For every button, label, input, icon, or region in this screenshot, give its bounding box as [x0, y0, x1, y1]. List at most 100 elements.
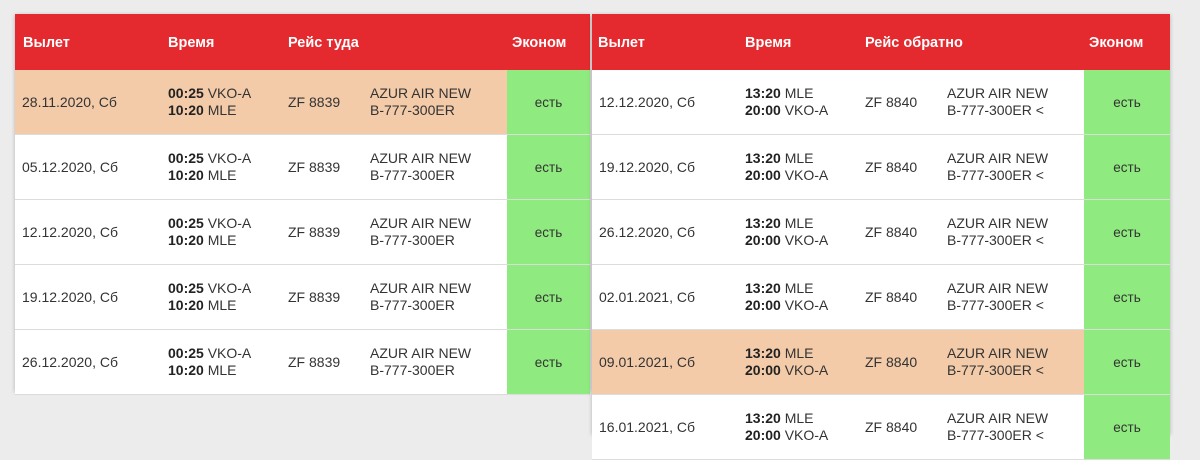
- aircraft-info: AZUR AIR NEW B-777-300ER <: [947, 85, 1049, 118]
- departure-date: 09.01.2021, Сб: [599, 353, 695, 370]
- flight-row[interactable]: 28.11.2020, Сб 00:25 VKO-A 10:20 MLE ZF 883…: [15, 70, 590, 135]
- flight-row[interactable]: 26.12.2020, Сб 13:20 MLE 20:00 VKO-A ZF 884…: [592, 200, 1170, 265]
- economy-availability[interactable]: есть: [507, 200, 590, 264]
- header-departure: Вылет: [598, 35, 645, 51]
- flight-number: ZF 8839: [288, 93, 341, 110]
- return-table-header: Вылет Время Рейс обратно Эконом: [592, 14, 1170, 70]
- economy-availability[interactable]: есть: [1084, 135, 1170, 199]
- departure-date: 19.12.2020, Сб: [22, 288, 118, 305]
- aircraft-info: AZUR AIR NEW B-777-300ER <: [947, 410, 1049, 443]
- flight-times: 00:25 VKO-A 10:20 MLE: [168, 70, 251, 134]
- flight-times: 00:25 VKO-A 10:20 MLE: [168, 265, 251, 329]
- outbound-flights-table: Вылет Время Рейс туда Эконом 28.11.2020,…: [15, 14, 590, 395]
- arrival-time: 20:00 VKO-A: [745, 427, 829, 443]
- flight-number: ZF 8839: [288, 158, 341, 175]
- flight-row[interactable]: 12.12.2020, Сб 13:20 MLE 20:00 VKO-A ZF 884…: [592, 70, 1170, 135]
- flight-times: 13:20 MLE 20:00 VKO-A: [745, 330, 828, 394]
- flight-times: 00:25 VKO-A 10:20 MLE: [168, 330, 251, 394]
- return-rows: 12.12.2020, Сб 13:20 MLE 20:00 VKO-A ZF 884…: [592, 70, 1170, 460]
- departure-time: 00:25 VKO-A: [168, 215, 252, 231]
- flight-number: ZF 8840: [865, 223, 918, 240]
- economy-availability[interactable]: есть: [507, 70, 590, 134]
- flight-times: 13:20 MLE 20:00 VKO-A: [745, 265, 828, 329]
- economy-availability[interactable]: есть: [507, 135, 590, 199]
- departure-time: 00:25 VKO-A: [168, 85, 252, 101]
- flight-times: 00:25 VKO-A 10:20 MLE: [168, 135, 251, 199]
- header-economy: Эконом: [512, 35, 567, 51]
- aircraft-info: AZUR AIR NEW B-777-300ER <: [947, 280, 1049, 313]
- departure-date: 26.12.2020, Сб: [22, 353, 118, 370]
- flight-number: ZF 8839: [288, 223, 341, 240]
- flight-row[interactable]: 26.12.2020, Сб 00:25 VKO-A 10:20 MLE ZF 883…: [15, 330, 590, 395]
- flight-times: 13:20 MLE 20:00 VKO-A: [745, 135, 828, 199]
- header-economy: Эконом: [1089, 35, 1144, 51]
- aircraft-info: AZUR AIR NEW B-777-300ER: [370, 280, 472, 313]
- flight-number: ZF 8840: [865, 158, 918, 175]
- economy-availability[interactable]: есть: [507, 265, 590, 329]
- header-departure: Вылет: [23, 35, 70, 51]
- economy-availability[interactable]: есть: [1084, 265, 1170, 329]
- economy-availability[interactable]: есть: [1084, 70, 1170, 134]
- header-time: Время: [745, 35, 792, 51]
- departure-date: 12.12.2020, Сб: [599, 93, 695, 110]
- flight-row[interactable]: 16.01.2021, Сб 13:20 MLE 20:00 VKO-A ZF 884…: [592, 395, 1170, 460]
- flight-number: ZF 8840: [865, 418, 918, 435]
- departure-date: 05.12.2020, Сб: [22, 158, 118, 175]
- departure-date: 12.12.2020, Сб: [22, 223, 118, 240]
- departure-date: 02.01.2021, Сб: [599, 288, 695, 305]
- aircraft-info: AZUR AIR NEW B-777-300ER <: [947, 150, 1049, 183]
- aircraft-info: AZUR AIR NEW B-777-300ER: [370, 215, 472, 248]
- departure-time: 13:20 MLE: [745, 85, 814, 101]
- flight-row[interactable]: 19.12.2020, Сб 00:25 VKO-A 10:20 MLE ZF 883…: [15, 265, 590, 330]
- flight-number: ZF 8840: [865, 353, 918, 370]
- departure-date: 16.01.2021, Сб: [599, 418, 695, 435]
- economy-availability[interactable]: есть: [1084, 395, 1170, 459]
- flight-number: ZF 8840: [865, 93, 918, 110]
- arrival-time: 20:00 VKO-A: [745, 297, 829, 313]
- arrival-time: 10:20 MLE: [168, 297, 237, 313]
- outbound-rows: 28.11.2020, Сб 00:25 VKO-A 10:20 MLE ZF 883…: [15, 70, 590, 395]
- departure-time: 00:25 VKO-A: [168, 280, 252, 296]
- outbound-table-header: Вылет Время Рейс туда Эконом: [15, 14, 590, 70]
- flight-times: 13:20 MLE 20:00 VKO-A: [745, 70, 828, 134]
- header-flight: Рейс туда: [288, 35, 359, 51]
- header-time: Время: [168, 35, 215, 51]
- departure-date: 19.12.2020, Сб: [599, 158, 695, 175]
- arrival-time: 10:20 MLE: [168, 362, 237, 378]
- arrival-time: 10:20 MLE: [168, 232, 237, 248]
- aircraft-info: AZUR AIR NEW B-777-300ER <: [947, 215, 1049, 248]
- arrival-time: 20:00 VKO-A: [745, 362, 829, 378]
- return-flights-table: Вылет Время Рейс обратно Эконом 12.12.20…: [592, 14, 1170, 460]
- flight-number: ZF 8840: [865, 288, 918, 305]
- flight-row[interactable]: 02.01.2021, Сб 13:20 MLE 20:00 VKO-A ZF 884…: [592, 265, 1170, 330]
- arrival-time: 20:00 VKO-A: [745, 232, 829, 248]
- arrival-time: 10:20 MLE: [168, 167, 237, 183]
- flight-number: ZF 8839: [288, 353, 341, 370]
- departure-time: 00:25 VKO-A: [168, 150, 252, 166]
- departure-time: 13:20 MLE: [745, 280, 814, 296]
- arrival-time: 20:00 VKO-A: [745, 102, 829, 118]
- flight-times: 13:20 MLE 20:00 VKO-A: [745, 200, 828, 264]
- arrival-time: 20:00 VKO-A: [745, 167, 829, 183]
- flight-times: 13:20 MLE 20:00 VKO-A: [745, 395, 828, 459]
- flight-row[interactable]: 12.12.2020, Сб 00:25 VKO-A 10:20 MLE ZF 883…: [15, 200, 590, 265]
- economy-availability[interactable]: есть: [1084, 200, 1170, 264]
- header-flight: Рейс обратно: [865, 35, 963, 51]
- departure-time: 13:20 MLE: [745, 215, 814, 231]
- departure-time: 13:20 MLE: [745, 345, 814, 361]
- aircraft-info: AZUR AIR NEW B-777-300ER: [370, 345, 472, 378]
- flight-times: 00:25 VKO-A 10:20 MLE: [168, 200, 251, 264]
- aircraft-info: AZUR AIR NEW B-777-300ER: [370, 150, 472, 183]
- aircraft-info: AZUR AIR NEW B-777-300ER <: [947, 345, 1049, 378]
- flight-row[interactable]: 05.12.2020, Сб 00:25 VKO-A 10:20 MLE ZF 883…: [15, 135, 590, 200]
- flight-number: ZF 8839: [288, 288, 341, 305]
- departure-time: 00:25 VKO-A: [168, 345, 252, 361]
- economy-availability[interactable]: есть: [507, 330, 590, 394]
- departure-date: 26.12.2020, Сб: [599, 223, 695, 240]
- flight-row[interactable]: 09.01.2021, Сб 13:20 MLE 20:00 VKO-A ZF 884…: [592, 330, 1170, 395]
- economy-availability[interactable]: есть: [1084, 330, 1170, 394]
- aircraft-info: AZUR AIR NEW B-777-300ER: [370, 85, 472, 118]
- departure-date: 28.11.2020, Сб: [22, 93, 117, 110]
- departure-time: 13:20 MLE: [745, 150, 814, 166]
- flight-row[interactable]: 19.12.2020, Сб 13:20 MLE 20:00 VKO-A ZF 884…: [592, 135, 1170, 200]
